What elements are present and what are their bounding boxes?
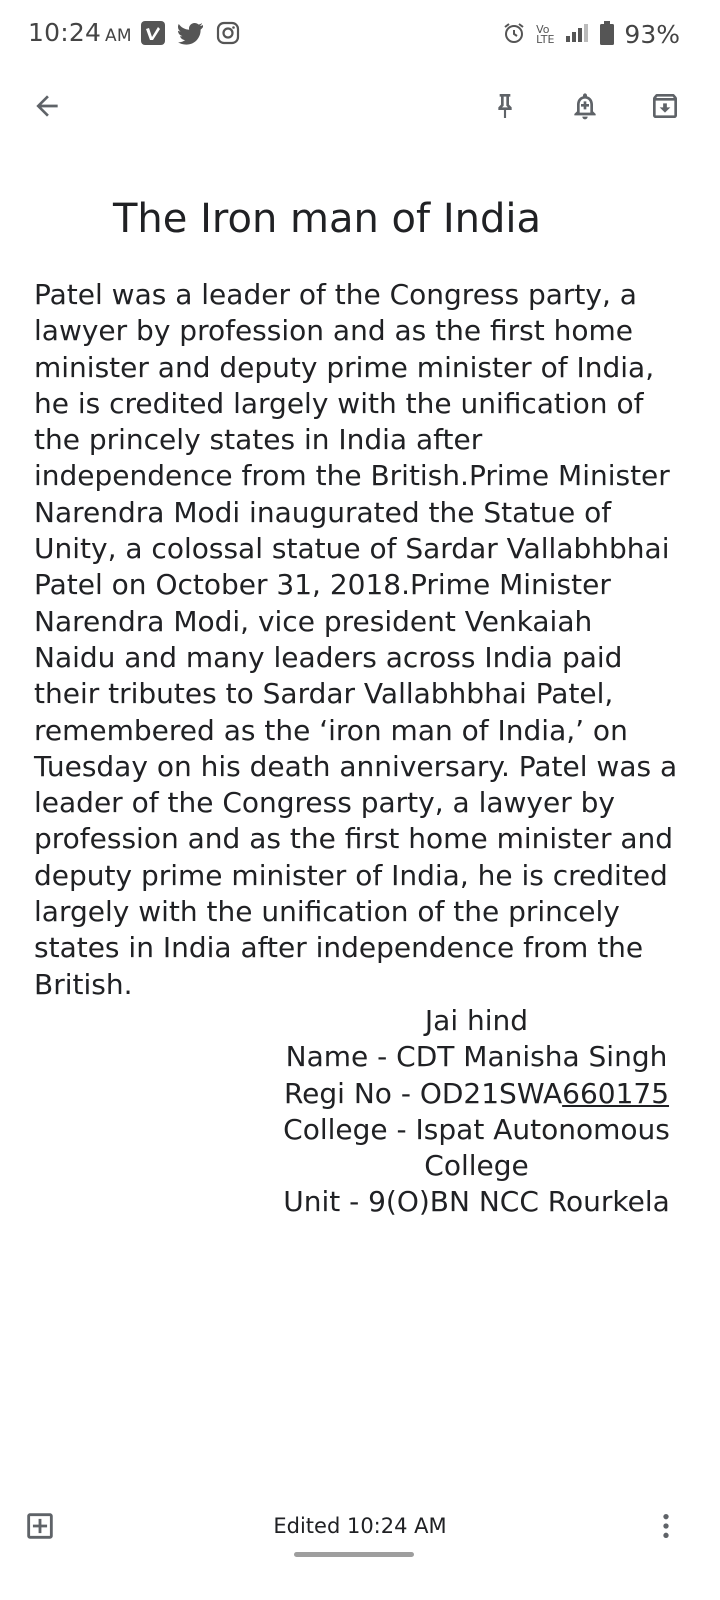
status-time: 10:24 AM: [28, 18, 132, 47]
signature-name: Name - CDT Manisha Singh: [285, 1040, 668, 1074]
signature-block: Jai hind Name - CDT Manisha Singh Regi N…: [34, 1003, 679, 1221]
vimeo-icon: [140, 20, 166, 50]
archive-icon: [649, 90, 681, 126]
arrow-back-icon: [31, 90, 63, 126]
signature-regi-number-link[interactable]: 660175: [562, 1077, 669, 1110]
instagram-icon: [216, 21, 240, 49]
signature-college: College - Ispat Autonomous College: [283, 1112, 670, 1183]
back-button[interactable]: [23, 84, 71, 132]
status-time-ampm: AM: [105, 26, 132, 46]
system-status: Vo LTE 93%: [502, 20, 680, 49]
signature-unit: Unit - 9(O)BN NCC Rourkela: [283, 1185, 670, 1219]
network-type: Vo LTE: [536, 24, 555, 46]
battery-percent: 93%: [624, 20, 680, 49]
pin-icon: [489, 90, 521, 126]
status-time-value: 10:24: [28, 18, 102, 47]
note-body-text: Patel was a leader of the Congress party…: [34, 278, 678, 1001]
pin-button[interactable]: [481, 84, 529, 132]
twitter-icon: [178, 21, 204, 49]
signal-icon: [564, 22, 590, 48]
archive-button[interactable]: [641, 84, 689, 132]
network-label-mid: LTE: [536, 32, 555, 46]
bottom-bar: Edited 10:24 AM: [0, 1496, 720, 1560]
more-vert-icon: [650, 1510, 682, 1546]
notification-icons: [140, 20, 240, 50]
note-body[interactable]: Patel was a leader of the Congress party…: [34, 277, 679, 1221]
alarm-icon: [502, 21, 526, 49]
gesture-navigation-bar[interactable]: [294, 1552, 414, 1557]
signature-regi-prefix: Regi No - OD21SWA: [283, 1076, 563, 1110]
signature-regi: Regi No - OD21SWA660175: [274, 1076, 679, 1112]
reminder-icon: [569, 90, 601, 126]
signature-jai-hind: Jai hind: [424, 1003, 529, 1037]
app-bar: [0, 68, 720, 152]
edited-timestamp: Edited 10:24 AM: [273, 1514, 447, 1538]
note-title[interactable]: The Iron man of India: [113, 196, 541, 242]
more-options-button[interactable]: [642, 1504, 690, 1552]
reminder-button[interactable]: [561, 84, 609, 132]
battery-icon: [600, 20, 615, 49]
status-bar: 10:24 AM Vo LTE 93%: [0, 0, 720, 68]
